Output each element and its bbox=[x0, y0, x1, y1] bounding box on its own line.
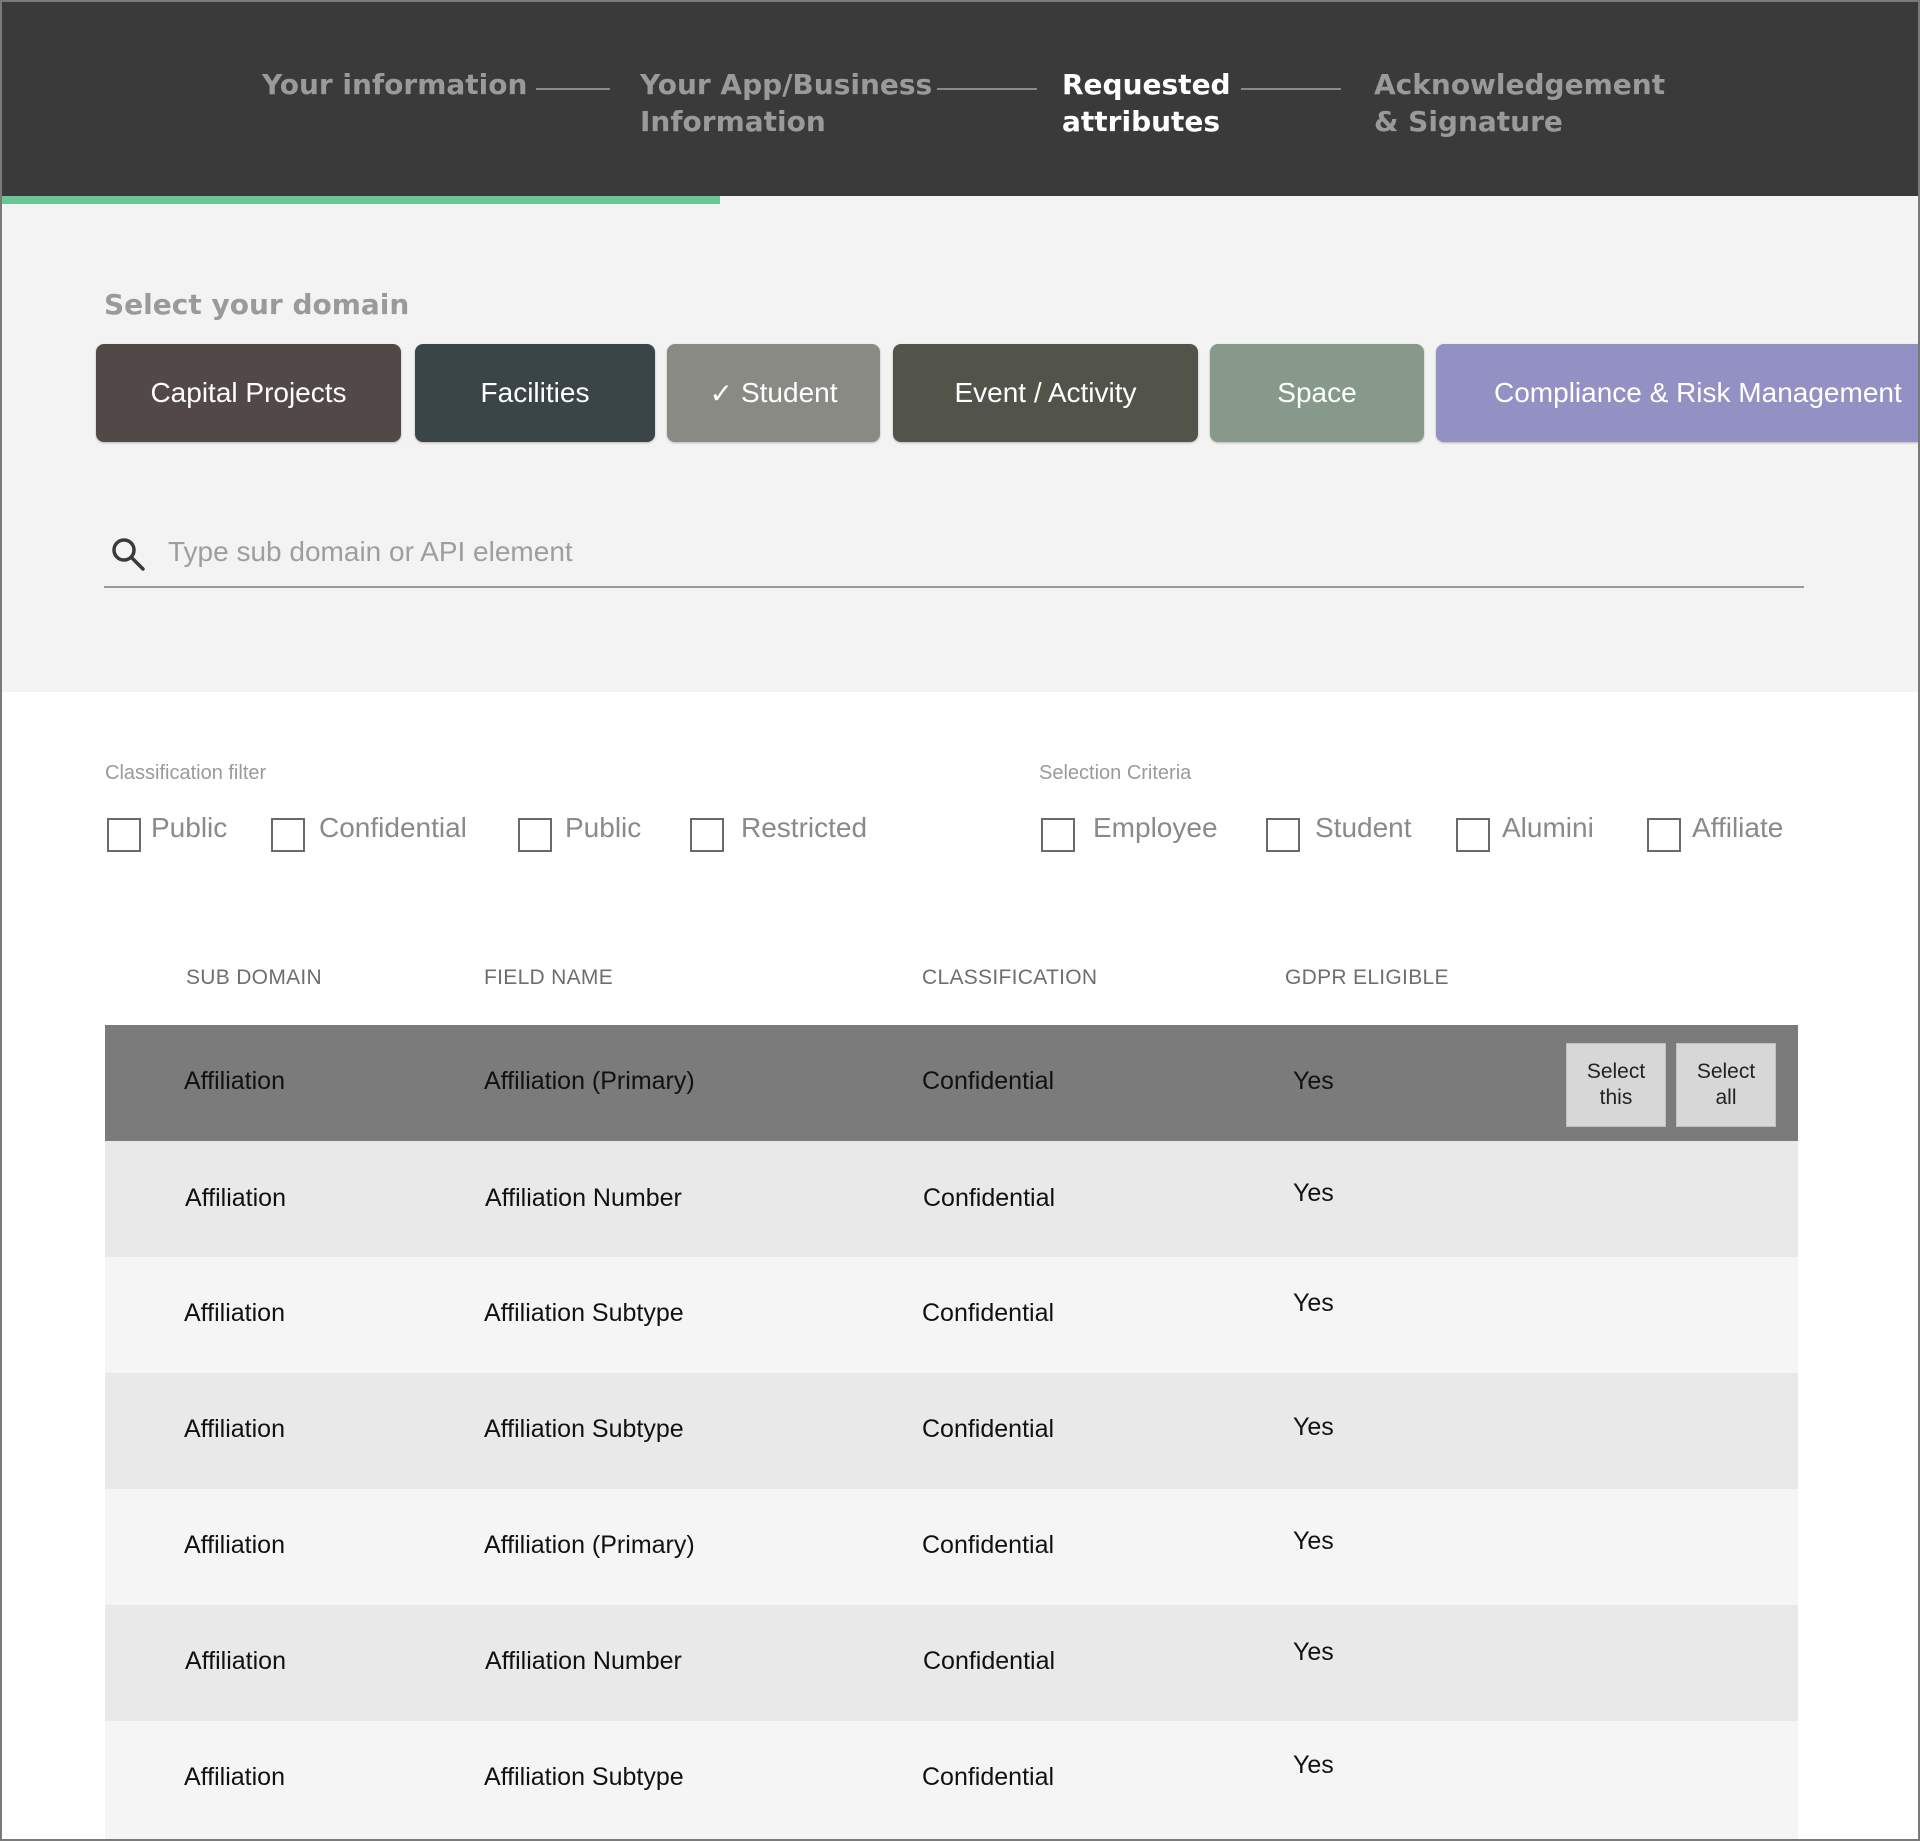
classification-filter-label: Classification filter bbox=[105, 762, 267, 784]
domain-section: Select your domain Capital Projects Faci… bbox=[0, 204, 1920, 692]
checkmark-icon: ✓ bbox=[709, 376, 733, 410]
domain-chip-event-activity[interactable]: Event / Activity bbox=[893, 344, 1198, 442]
cell-classification: Confidential bbox=[922, 1763, 1055, 1791]
search-bar bbox=[104, 524, 1804, 588]
cell-sub-domain: Affiliation bbox=[185, 1184, 286, 1212]
checkbox-label: Public bbox=[565, 812, 642, 843]
chip-label: Space bbox=[1277, 377, 1357, 408]
table-row[interactable]: Affiliation Affiliation Subtype Confiden… bbox=[105, 1373, 1798, 1489]
column-header-classification[interactable]: CLASSIFICATION bbox=[922, 966, 1097, 990]
domain-chip-compliance-risk-management[interactable]: Compliance & Risk Management bbox=[1436, 344, 1920, 442]
cell-sub-domain: Affiliation bbox=[184, 1763, 285, 1791]
checkbox-label: Restricted bbox=[741, 812, 868, 843]
domain-chip-space[interactable]: Space bbox=[1210, 344, 1424, 442]
cell-sub-domain: Affiliation bbox=[185, 1647, 286, 1675]
table-row[interactable]: Affiliation Affiliation (Primary) Confid… bbox=[105, 1489, 1798, 1605]
progress-bar bbox=[0, 196, 720, 204]
checkbox-label: Affiliate bbox=[1692, 812, 1784, 843]
cell-gdpr: Yes bbox=[1293, 1527, 1334, 1555]
table-row[interactable]: Affiliation Affiliation Subtype Confiden… bbox=[105, 1721, 1798, 1841]
cell-gdpr: Yes bbox=[1293, 1067, 1334, 1095]
chip-label: Facilities bbox=[480, 377, 590, 408]
cell-gdpr: Yes bbox=[1293, 1289, 1334, 1317]
checkbox-alumini[interactable] bbox=[1456, 818, 1490, 852]
checkbox-affiliate[interactable] bbox=[1647, 818, 1681, 852]
checkbox-public[interactable] bbox=[107, 818, 141, 852]
checkbox-label: Student bbox=[1315, 812, 1412, 843]
step-requested-attributes[interactable]: Requested attributes bbox=[1062, 66, 1231, 140]
cell-classification: Confidential bbox=[922, 1531, 1055, 1559]
cell-field-name: Affiliation Subtype bbox=[484, 1299, 684, 1327]
table-row[interactable]: Affiliation Affiliation Number Confident… bbox=[105, 1605, 1798, 1721]
step-connector bbox=[536, 88, 610, 90]
checkbox-confidential[interactable] bbox=[271, 818, 305, 852]
select-this-button[interactable]: Select this bbox=[1566, 1043, 1666, 1127]
chip-label: Student bbox=[740, 377, 838, 408]
column-header-sub-domain[interactable]: SUB DOMAIN bbox=[186, 966, 322, 990]
table-row[interactable]: Affiliation Affiliation Number Confident… bbox=[105, 1141, 1798, 1257]
checkbox-label: Employee bbox=[1093, 812, 1218, 843]
cell-classification: Confidential bbox=[922, 1415, 1055, 1443]
checkbox-label: Alumini bbox=[1502, 812, 1594, 843]
cell-gdpr: Yes bbox=[1293, 1638, 1334, 1666]
stepper-header: Your information Your App/Business Infor… bbox=[0, 0, 1920, 196]
cell-sub-domain: Affiliation bbox=[184, 1067, 285, 1095]
checkbox-public-2[interactable] bbox=[518, 818, 552, 852]
checkbox-label: Confidential bbox=[319, 812, 467, 843]
select-all-button[interactable]: Select all bbox=[1676, 1043, 1776, 1127]
step-acknowledgement-signature[interactable]: Acknowledgement & Signature bbox=[1374, 66, 1665, 140]
domain-chip-facilities[interactable]: Facilities bbox=[415, 344, 655, 442]
checkbox-label: Public bbox=[151, 812, 228, 843]
chip-label: Event / Activity bbox=[954, 377, 1137, 408]
table-row[interactable]: Affiliation Affiliation (Primary) Confid… bbox=[105, 1025, 1798, 1141]
chip-label: Compliance & Risk Management bbox=[1494, 377, 1902, 408]
column-header-gdpr-eligible[interactable]: GDPR ELIGIBLE bbox=[1285, 966, 1449, 990]
cell-gdpr: Yes bbox=[1293, 1179, 1334, 1207]
cell-sub-domain: Affiliation bbox=[184, 1531, 285, 1559]
cell-classification: Confidential bbox=[923, 1647, 1056, 1675]
checkbox-employee[interactable] bbox=[1041, 818, 1075, 852]
cell-field-name: Affiliation Number bbox=[485, 1647, 682, 1675]
cell-gdpr: Yes bbox=[1293, 1413, 1334, 1441]
checkbox-restricted[interactable] bbox=[690, 818, 724, 852]
domain-title: Select your domain bbox=[104, 288, 410, 321]
search-icon[interactable] bbox=[110, 536, 146, 572]
cell-gdpr: Yes bbox=[1293, 1751, 1334, 1779]
cell-sub-domain: Affiliation bbox=[184, 1299, 285, 1327]
checkbox-student[interactable] bbox=[1266, 818, 1300, 852]
search-input[interactable] bbox=[168, 530, 1768, 574]
cell-field-name: Affiliation Subtype bbox=[484, 1763, 684, 1791]
cell-classification: Confidential bbox=[923, 1184, 1056, 1212]
domain-chip-capital-projects[interactable]: Capital Projects bbox=[96, 344, 401, 442]
cell-classification: Confidential bbox=[922, 1067, 1055, 1095]
cell-field-name: Affiliation (Primary) bbox=[484, 1531, 695, 1559]
step-connector bbox=[937, 88, 1037, 90]
step-your-information[interactable]: Your information bbox=[262, 66, 527, 103]
column-header-field-name[interactable]: FIELD NAME bbox=[484, 966, 613, 990]
chip-label: Capital Projects bbox=[150, 377, 347, 408]
cell-field-name: Affiliation (Primary) bbox=[484, 1067, 695, 1095]
cell-field-name: Affiliation Subtype bbox=[484, 1415, 684, 1443]
cell-classification: Confidential bbox=[922, 1299, 1055, 1327]
table-row[interactable]: Affiliation Affiliation Subtype Confiden… bbox=[105, 1257, 1798, 1373]
selection-criteria-label: Selection Criteria bbox=[1039, 762, 1192, 784]
cell-field-name: Affiliation Number bbox=[485, 1184, 682, 1212]
step-connector bbox=[1241, 88, 1341, 90]
cell-sub-domain: Affiliation bbox=[184, 1415, 285, 1443]
domain-chip-student[interactable]: ✓ Student bbox=[667, 344, 880, 442]
step-app-business-information[interactable]: Your App/Business Information bbox=[640, 66, 932, 140]
